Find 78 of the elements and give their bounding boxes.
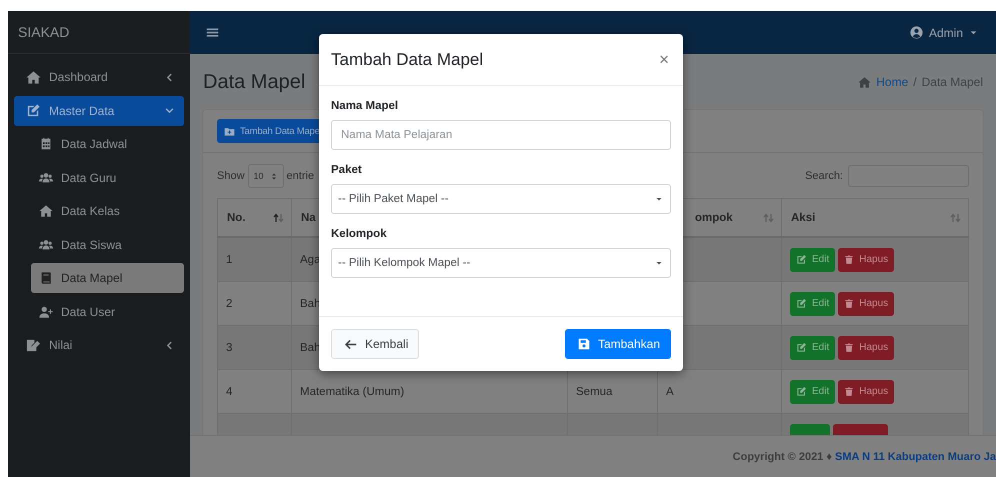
delete-button[interactable]: Hapus (838, 380, 894, 404)
users-icon (39, 170, 53, 184)
chevron-down-icon (165, 106, 174, 115)
page-size-select[interactable]: 10 (248, 164, 284, 188)
column-header[interactable]: Na (301, 212, 316, 224)
search-label: Search: (805, 170, 843, 182)
field-label: Paket (331, 164, 363, 176)
submit-button[interactable]: Tambahkan (564, 329, 671, 359)
user-menu[interactable]: Admin (910, 26, 978, 40)
house-icon (26, 70, 41, 84)
calendar-icon (39, 137, 53, 151)
trash-icon (844, 298, 854, 309)
book-icon (39, 271, 53, 285)
table-cell: 4 (226, 386, 232, 398)
delete-button[interactable]: Hapus (838, 292, 894, 316)
save-icon (578, 338, 590, 350)
table-cell: Matematika (Umum) (300, 386, 404, 398)
edit-icon (26, 103, 41, 118)
breadcrumb-current: Data Mapel (922, 75, 983, 89)
edit-button[interactable]: Edit (790, 380, 836, 404)
signature-icon (26, 338, 41, 352)
arrow-left-icon (344, 338, 357, 350)
table-cell: 3 (226, 342, 232, 354)
edit-icon (796, 254, 807, 265)
folder-plus-icon (224, 126, 235, 136)
input-field[interactable]: Nama Mata Pelajaran (331, 120, 671, 150)
chevron-left-icon (165, 72, 174, 82)
field-label: Kelompok (331, 228, 388, 240)
submenu-item[interactable]: Data Kelas (31, 196, 184, 226)
menu-item[interactable]: Master Data (14, 96, 184, 126)
select-field[interactable]: -- Pilih Kelompok Mapel -- (331, 248, 671, 278)
users-icon (39, 238, 53, 252)
submenu-item[interactable]: Data Guru (31, 162, 184, 192)
trash-icon (844, 342, 854, 353)
table-cell: A (666, 386, 674, 398)
submenu-item[interactable]: Data User (31, 296, 184, 326)
column-header[interactable]: No. (227, 212, 246, 224)
edit-icon (796, 386, 807, 397)
trash-icon (844, 386, 854, 397)
house-icon (39, 204, 53, 218)
menu-item[interactable]: Dashboard (14, 62, 184, 92)
page-title: Data Mapel (203, 70, 306, 94)
sort-icon[interactable] (273, 212, 284, 222)
delete-button[interactable]: Hapus (838, 336, 894, 360)
copyright-text: Copyright © 2021 ♦ SMA N 11 Kabupaten Muaro Ja (732, 450, 996, 462)
breadcrumb-link[interactable]: Home (876, 75, 908, 89)
edit-icon (796, 298, 807, 309)
breadcrumb-separator: / (913, 75, 917, 89)
table-cell: 2 (226, 298, 232, 310)
sort-caret-icon (270, 172, 278, 180)
submenu-item[interactable]: Data Siswa (31, 230, 184, 260)
edit-icon (796, 342, 807, 353)
delete-button[interactable]: Hapus (838, 248, 894, 272)
school-link[interactable]: SMA N 11 Kabupaten Muaro Ja (835, 450, 996, 462)
trash-icon (844, 254, 854, 265)
chevron-left-icon (165, 340, 174, 350)
user-plus-icon (39, 304, 53, 318)
show-label: Show (217, 170, 245, 182)
edit-button[interactable]: Edit (790, 336, 836, 360)
house-icon (858, 76, 872, 88)
edit-button[interactable]: Edit (790, 248, 836, 272)
menu-item[interactable]: Nilai (14, 330, 184, 360)
submenu-item[interactable]: Data Mapel (31, 263, 184, 293)
user-circle-icon (910, 26, 923, 39)
table-cell: 1 (226, 254, 232, 266)
modal-title: Tambah Data Mapel (331, 50, 484, 70)
column-header[interactable]: Aksi (791, 212, 816, 224)
back-button[interactable]: Kembali (331, 329, 420, 359)
close-button[interactable]: × (657, 50, 671, 70)
caret-down-icon (655, 259, 663, 267)
menu-icon (206, 26, 219, 39)
entries-label: entrie (286, 170, 314, 182)
caret-down-icon (655, 195, 663, 203)
field-label: Nama Mapel (331, 100, 400, 112)
table-cell: Semua (576, 386, 612, 398)
select-field[interactable]: -- Pilih Paket Mapel -- (331, 184, 671, 214)
edit-button[interactable]: Edit (790, 292, 836, 316)
submenu-item[interactable]: Data Jadwal (31, 129, 184, 159)
